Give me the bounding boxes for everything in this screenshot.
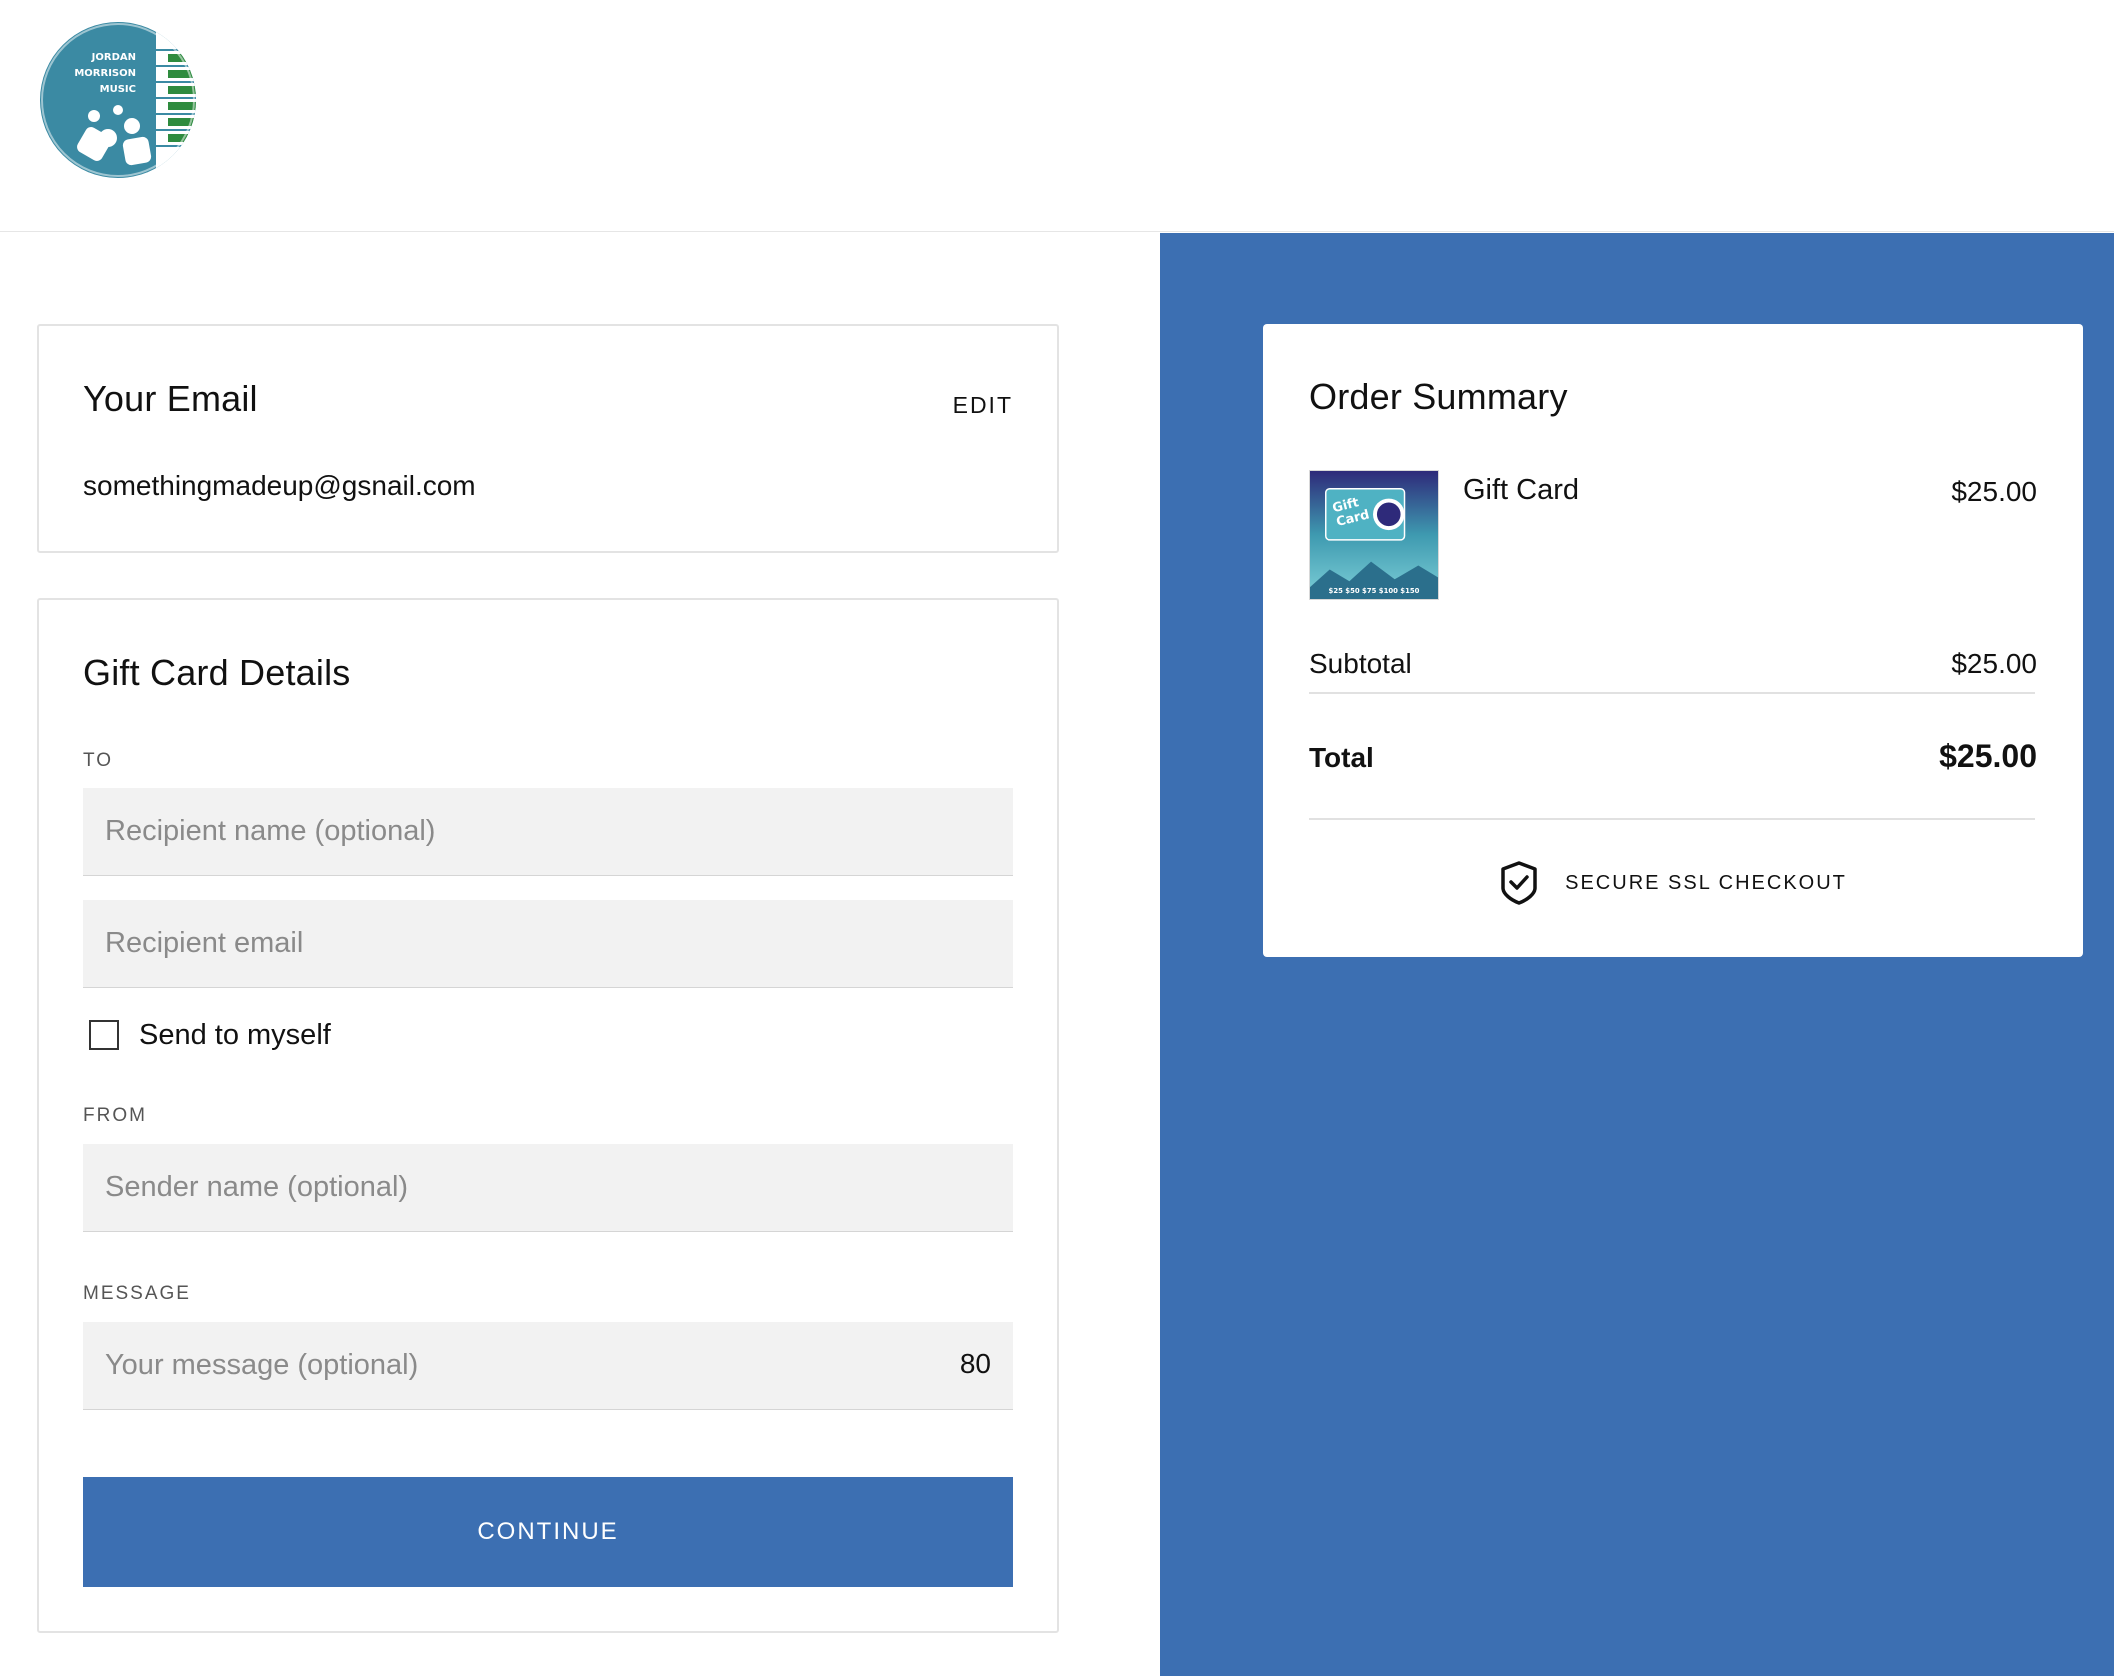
logo-text-line-3: MUSIC bbox=[100, 84, 136, 95]
thumb-amounts: $25 $50 $75 $100 $150 bbox=[1329, 587, 1420, 595]
recipient-email-input[interactable] bbox=[83, 900, 1013, 988]
to-label: TO bbox=[83, 750, 114, 771]
brand-logo[interactable]: JORDAN MORRISON MUSIC bbox=[36, 20, 200, 180]
total-label: Total bbox=[1309, 742, 1374, 773]
sender-name-input[interactable] bbox=[83, 1144, 1013, 1232]
site-header: JORDAN MORRISON MUSIC bbox=[0, 0, 2114, 232]
order-summary-card: Order Summary Gift Card $25 $50 $75 $100… bbox=[1263, 324, 2083, 957]
gift-card-title: Gift Card Details bbox=[83, 652, 351, 693]
line-item-price: $25.00 bbox=[1951, 476, 2037, 507]
gift-card-thumbnail: Gift Card $25 $50 $75 $100 $150 bbox=[1309, 470, 1439, 600]
logo-text-line-2: MORRISON bbox=[74, 68, 136, 79]
total-value: $25.00 bbox=[1939, 738, 2037, 774]
secure-checkout: SECURE SSL CHECKOUT bbox=[1263, 860, 2083, 906]
send-to-myself-label: Send to myself bbox=[139, 1018, 331, 1051]
from-label: FROM bbox=[83, 1105, 147, 1126]
message-label: MESSAGE bbox=[83, 1283, 191, 1304]
message-input[interactable] bbox=[83, 1322, 1013, 1410]
send-to-myself-checkbox[interactable] bbox=[89, 1020, 119, 1050]
message-char-counter: 80 bbox=[959, 1348, 991, 1379]
send-to-myself-row[interactable]: Send to myself bbox=[89, 1018, 331, 1052]
email-card-title: Your Email bbox=[83, 378, 258, 419]
order-summary-title: Order Summary bbox=[1309, 376, 1568, 417]
recipient-name-input[interactable] bbox=[83, 788, 1013, 876]
subtotal-divider bbox=[1309, 692, 2035, 694]
gift-card-details-card: Gift Card Details TO Send to myself FROM… bbox=[37, 598, 1059, 1633]
shield-check-icon bbox=[1501, 861, 1537, 905]
email-card: Your Email EDIT somethingmadeup@gsnail.c… bbox=[37, 324, 1059, 553]
total-divider bbox=[1309, 818, 2035, 820]
subtotal-label: Subtotal bbox=[1309, 648, 1412, 679]
subtotal-value: $25.00 bbox=[1951, 648, 2037, 679]
message-field-wrapper: 80 bbox=[39, 1322, 1057, 1410]
secure-checkout-label: SECURE SSL CHECKOUT bbox=[1565, 871, 1847, 894]
continue-button[interactable]: CONTINUE bbox=[83, 1477, 1013, 1587]
logo-text-line-1: JORDAN bbox=[91, 52, 136, 63]
line-item-name: Gift Card bbox=[1463, 474, 1580, 506]
email-value: somethingmadeup@gsnail.com bbox=[83, 470, 476, 501]
edit-email-button[interactable]: EDIT bbox=[953, 392, 1013, 419]
